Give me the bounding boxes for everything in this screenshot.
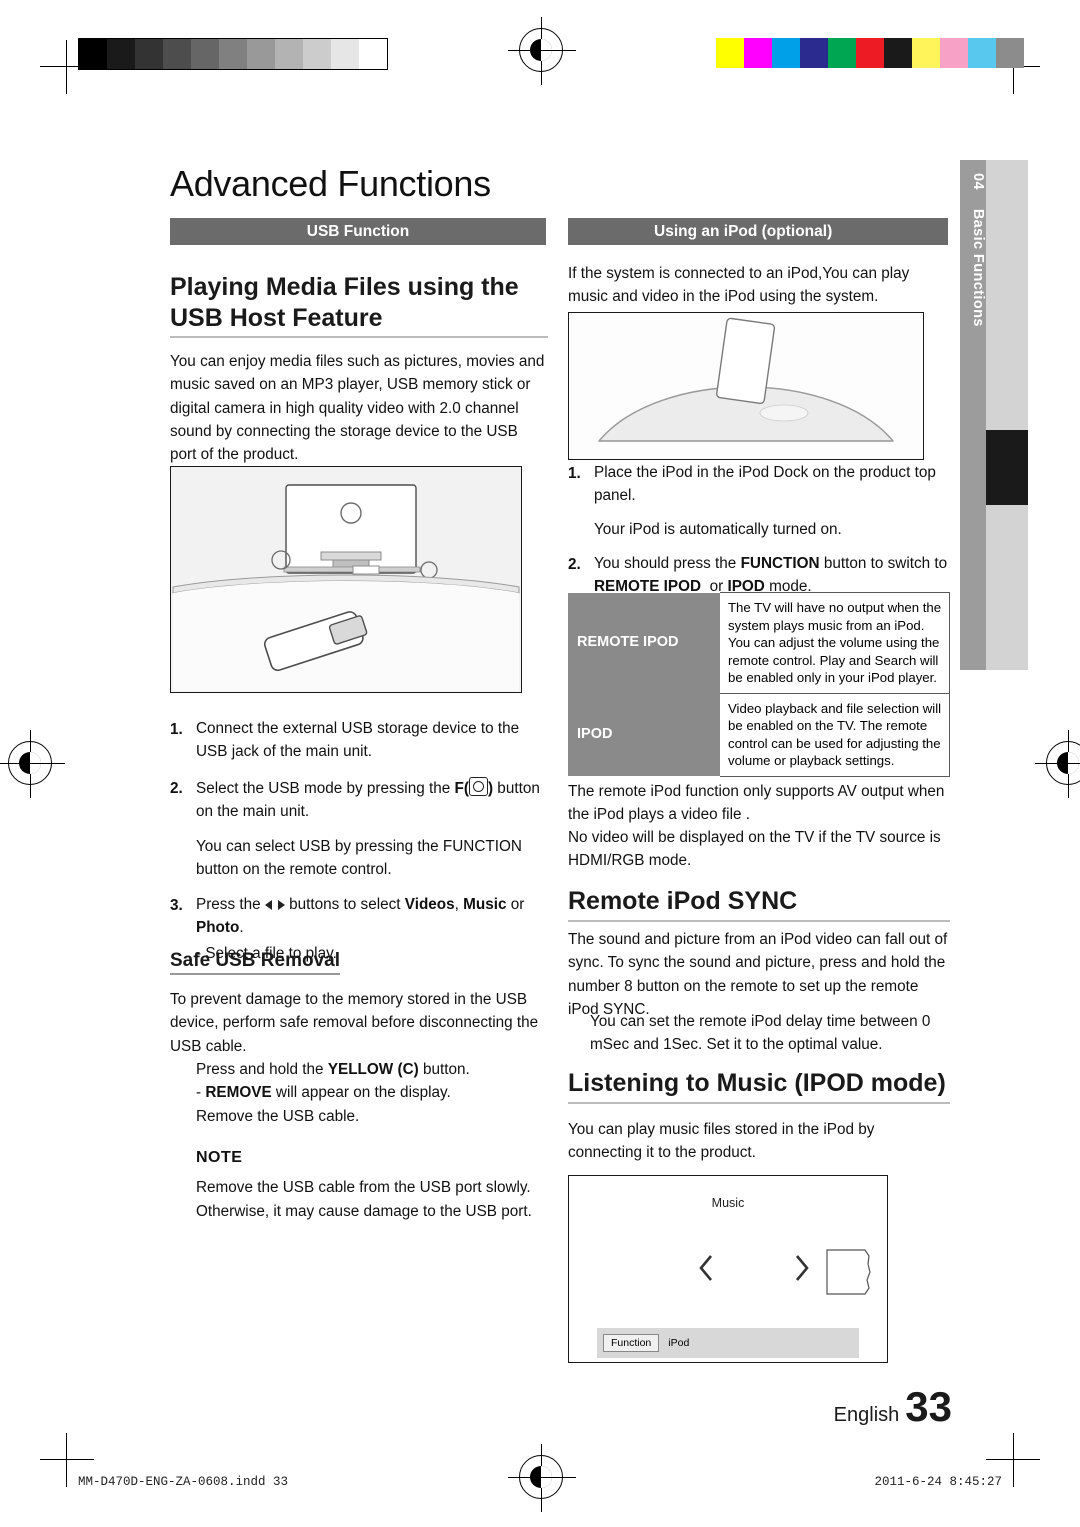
ipod-step-1: 1. Place the iPod in the iPod Dock on th… <box>568 462 950 508</box>
yellow-button-label: YELLOW (C) <box>327 1061 419 1078</box>
side-tab-number: 04 <box>970 173 986 190</box>
side-tab-black-block <box>986 430 1028 505</box>
table-cell-mode-remote-ipod: REMOTE IPOD <box>568 592 720 694</box>
subheading-safe-usb-removal: Safe USB Removal <box>170 950 341 975</box>
usb-step-1: 1. Connect the external USB storage devi… <box>170 718 548 764</box>
ipod-step-1-note: Your iPod is automatically turned on. <box>594 520 842 538</box>
note-title: NOTE <box>196 1149 243 1166</box>
usb-step-3-text: Press the buttons to select Videos, Musi… <box>196 896 525 937</box>
usb-step-2-text: Select the USB mode by pressing the F() … <box>196 776 548 824</box>
ipod-after-table-2: No video will be displayed on the TV if … <box>568 829 941 870</box>
safe-removal-step-2: - REMOVE will appear on the display. <box>196 1084 451 1102</box>
usb-step-2-note-text: You can select USB by pressing the FUNCT… <box>196 837 522 878</box>
photo-label: Photo <box>196 919 240 937</box>
usb-step-2: 2. Select the USB mode by pressing the F… <box>170 776 548 824</box>
usb-connection-illustration <box>170 466 522 693</box>
heading-listening-to-music: Listening to Music (IPOD mode) <box>568 1068 950 1104</box>
section-bar-usb-function: USB Function <box>170 218 546 245</box>
safe-removal-steps: Press and hold the YELLOW (C) button. - … <box>170 1058 548 1128</box>
note-text: Remove the USB cable from the USB port s… <box>196 1179 532 1220</box>
ipod-after-table-1: The remote iPod function only supports A… <box>568 783 945 824</box>
safe-removal-text: To prevent damage to the memory stored i… <box>170 991 539 1055</box>
footer-language: English <box>833 1404 900 1426</box>
sync-note: You can set the remote iPod delay time b… <box>590 1013 931 1054</box>
note-block: NOTE Remove the USB cable from the USB p… <box>170 1146 548 1223</box>
section-bar-using-ipod: Using an iPod (optional) <box>568 218 948 245</box>
heading-rule <box>170 336 548 338</box>
disc-icon <box>468 776 488 796</box>
table-cell-desc-ipod: Video playback and file selection will b… <box>720 692 950 777</box>
safe-removal-step-3: Remove the USB cable. <box>196 1107 360 1125</box>
chevron-right-icon <box>796 1255 809 1281</box>
ipod-dock-illustration <box>568 312 924 460</box>
side-tab-text: 04 Basic Functions <box>960 165 986 327</box>
function-button[interactable]: Function <box>603 1334 660 1352</box>
page-title: Advanced Functions <box>170 163 491 204</box>
ipod-step-1-number: 1. <box>568 465 581 482</box>
ipod-mode-table: REMOTE IPOD The TV will have no output w… <box>568 592 950 777</box>
ipod-intro-text: If the system is connected to an iPod,Yo… <box>568 265 910 306</box>
music-screen-illustration: Music Function iPod <box>568 1175 888 1363</box>
table-cell-desc-remote-ipod: The TV will have no output when the syst… <box>720 592 950 694</box>
page-footer: English 33 <box>834 1383 952 1431</box>
footer-timestamp: 2011-6-24 8:45:27 <box>874 1475 1002 1489</box>
heading-remote-ipod-sync-text: Remote iPod SYNC <box>568 887 798 915</box>
heading-rule <box>568 919 950 922</box>
ipod-button-label: iPod <box>668 1337 690 1349</box>
remove-label: REMOVE <box>205 1084 272 1102</box>
subheading-safe-usb-removal-wrap: Safe USB Removal <box>170 950 341 975</box>
videos-label: Videos <box>404 896 455 914</box>
chevron-left-icon <box>699 1255 712 1281</box>
sync-text: The sound and picture from an iPod video… <box>568 931 948 1018</box>
usb-steps-list: 1. Connect the external USB storage devi… <box>170 718 548 965</box>
side-tab-background <box>986 160 1028 670</box>
heading-remote-ipod-sync: Remote iPod SYNC <box>568 886 950 922</box>
left-arrow-icon <box>264 900 272 911</box>
usb-intro-text: You can enjoy media files such as pictur… <box>170 353 545 463</box>
footer-page-number: 33 <box>905 1383 952 1430</box>
function-button-label: FUNCTION <box>740 555 820 573</box>
side-tab-label: Basic Functions <box>970 208 986 327</box>
table-row: REMOTE IPOD The TV will have no output w… <box>568 592 950 694</box>
usb-step-1-text: Connect the external USB storage device … <box>196 720 520 760</box>
heading-listening-to-music-text: Listening to Music (IPOD mode) <box>568 1069 946 1097</box>
f-button-label: F( <box>454 779 469 797</box>
usb-step-2-note: You can select USB by pressing the FUNCT… <box>196 835 548 882</box>
or-label-1: or <box>510 896 525 914</box>
heading-usb-host-feature: Playing Media Files using the USB Host F… <box>170 272 548 338</box>
usb-step-2-number: 2. <box>170 779 183 797</box>
safe-removal-step-1: Press and hold the YELLOW (C) button. <box>196 1061 470 1078</box>
music-label: Music <box>463 896 507 914</box>
usb-step-1-number: 1. <box>170 721 183 738</box>
usb-step-3-number: 3. <box>170 897 183 915</box>
f-button-label-close: ) <box>487 779 494 797</box>
footer-file-name: MM-D470D-ENG-ZA-0608.indd 33 <box>78 1475 289 1489</box>
manual-page: 04 Basic Functions Advanced Functions US… <box>0 0 1080 1527</box>
heading-usb-host-feature-text: Playing Media Files using the USB Host F… <box>170 273 519 332</box>
listening-text: You can play music files stored in the i… <box>568 1121 875 1162</box>
heading-rule <box>568 1101 950 1104</box>
usb-illustration-svg <box>171 467 521 692</box>
usb-step-3: 3. Press the buttons to select Videos, M… <box>170 894 548 940</box>
table-row: IPOD Video playback and file selection w… <box>568 692 950 777</box>
table-cell-mode-ipod: IPOD <box>568 693 720 777</box>
ipod-steps-list: 1. Place the iPod in the iPod Dock on th… <box>568 462 950 601</box>
ipod-step-1-text: Place the iPod in the iPod Dock on the p… <box>594 464 936 504</box>
right-arrow-icon <box>277 900 285 911</box>
ipod-dock-illustration-svg <box>569 313 923 459</box>
music-screen-footer-bar: Function iPod <box>597 1328 859 1358</box>
